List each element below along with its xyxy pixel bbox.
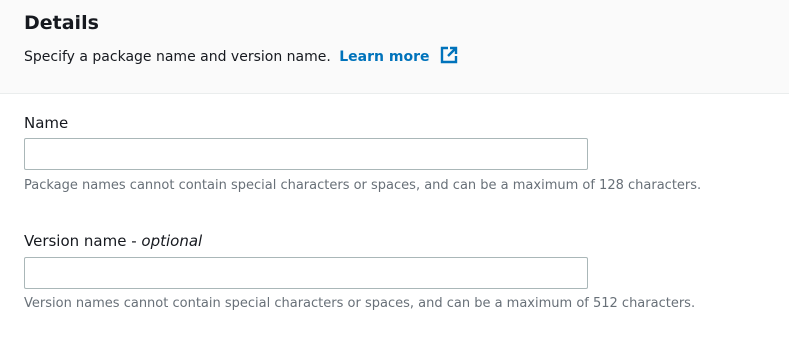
version-name-label-text: Version name - [24, 232, 142, 250]
optional-label: optional [141, 232, 203, 250]
section-description: Specify a package name and version name.… [24, 46, 458, 71]
learn-more-link[interactable]: Learn more [339, 49, 429, 65]
details-header: Details Specify a package name and versi… [0, 0, 789, 94]
external-link-icon[interactable] [440, 46, 458, 71]
section-title: Details [24, 12, 99, 34]
version-name-hint: Version names cannot contain special cha… [24, 296, 696, 311]
description-text: Specify a package name and version name. [24, 49, 331, 65]
name-hint: Package names cannot contain special cha… [24, 178, 702, 193]
version-name-input[interactable] [24, 257, 588, 289]
name-label: Name [24, 114, 69, 132]
version-name-label: Version name - optional [24, 230, 202, 252]
name-input[interactable] [24, 138, 588, 170]
